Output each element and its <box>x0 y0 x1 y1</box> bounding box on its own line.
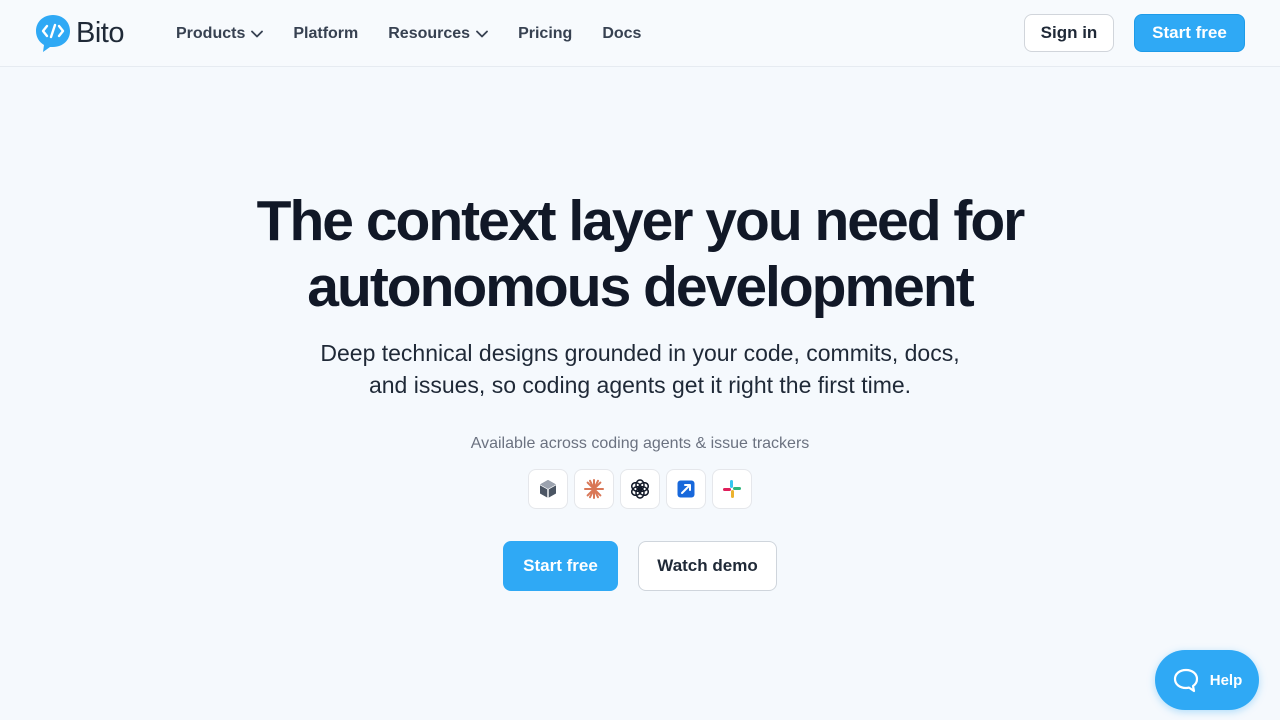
nav-pricing[interactable]: Pricing <box>518 25 572 43</box>
help-widget-button[interactable]: Help <box>1155 650 1259 710</box>
nav-resources[interactable]: Resources <box>388 25 488 43</box>
cube-icon <box>539 480 557 498</box>
jira-icon <box>677 480 695 498</box>
integration-tile <box>620 469 660 509</box>
nav-platform[interactable]: Platform <box>293 25 358 43</box>
integration-tile <box>574 469 614 509</box>
sign-in-button[interactable]: Sign in <box>1024 14 1114 52</box>
nav-pricing-label: Pricing <box>518 24 573 42</box>
integration-tile <box>712 469 752 509</box>
chevron-down-icon <box>476 30 488 37</box>
availability-text: Available across coding agents & issue t… <box>470 435 810 452</box>
slack-icon <box>723 480 741 498</box>
bito-logo-icon <box>36 15 70 52</box>
nav-resources-label: Resources <box>388 24 471 42</box>
hero-subtitle: Deep technical designs grounded in your … <box>0 337 1280 401</box>
site-header: Bito Products Platform Resources Pricing… <box>0 0 1280 67</box>
integration-tile <box>528 469 568 509</box>
nav-products-label: Products <box>176 24 246 42</box>
integration-logos <box>528 469 752 509</box>
openai-icon <box>631 479 649 499</box>
integration-tile <box>666 469 706 509</box>
nav-docs-label: Docs <box>602 24 642 42</box>
hero-subtitle-line-1: Deep technical designs grounded in your … <box>320 340 960 366</box>
hero-title: The context layer you need for autonomou… <box>0 188 1280 320</box>
claude-icon <box>584 479 604 499</box>
hero-title-line-2: autonomous development <box>307 255 974 319</box>
hero-title-line-1: The context layer you need for <box>256 189 1026 253</box>
brand-name: Bito <box>76 16 124 49</box>
hero-start-free-button[interactable]: Start free <box>503 541 618 591</box>
nav-products[interactable]: Products <box>176 24 264 43</box>
help-label: Help <box>1209 671 1243 689</box>
nav-docs[interactable]: Docs <box>602 25 641 43</box>
header-start-free-button[interactable]: Start free <box>1134 14 1245 52</box>
chat-bubble-icon <box>1173 668 1198 693</box>
main-nav: Products Platform Resources Pricing Docs <box>176 0 671 67</box>
nav-platform-label: Platform <box>293 24 359 42</box>
watch-demo-button[interactable]: Watch demo <box>638 541 777 591</box>
bito-logo[interactable]: Bito <box>34 12 124 54</box>
hero-subtitle-line-2: and issues, so coding agents get it righ… <box>368 372 912 398</box>
chevron-down-icon <box>251 30 264 37</box>
